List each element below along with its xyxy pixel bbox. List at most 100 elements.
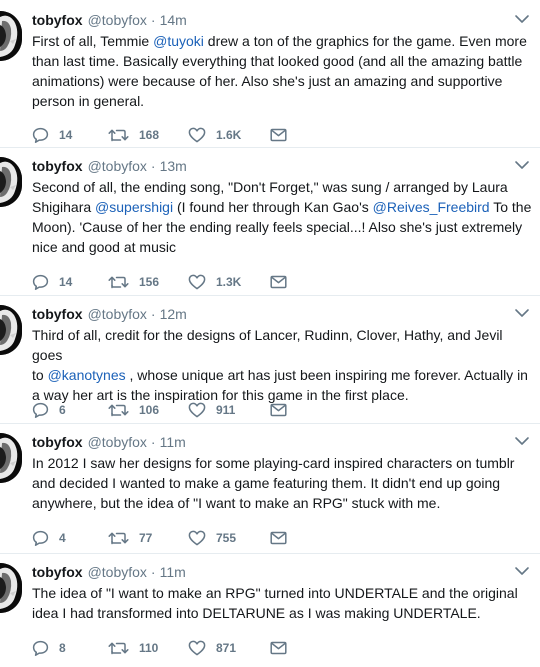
heart-icon [188,402,206,418]
heart-icon [188,530,206,546]
tweet-text: Second of all, the ending song, "Don't F… [32,177,532,257]
display-name[interactable]: tobyfox [32,157,83,175]
display-name[interactable]: tobyfox [32,433,83,451]
mention-link[interactable]: @supershigi [95,199,173,215]
reply-icon [32,530,49,546]
separator-dot: · [150,306,156,322]
envelope-icon [270,275,287,289]
retweet-button[interactable]: 106 [108,403,188,417]
like-button[interactable]: 871 [188,640,270,656]
tweet[interactable]: tobyfox @tobyfox · 11m In 2012 I saw her… [0,433,540,550]
retweet-button[interactable]: 110 [108,641,188,655]
reply-button[interactable]: 4 [32,530,108,546]
envelope-icon [270,403,287,417]
reply-button[interactable]: 6 [32,402,108,418]
chevron-down-icon[interactable] [514,435,530,447]
dm-button[interactable] [270,128,287,142]
avatar-image [0,305,22,355]
reply-icon [32,402,49,418]
user-handle[interactable]: @tobyfox [88,305,147,323]
reply-icon [32,127,49,143]
tweet-text-line: Second of all, the ending song, "Don't F… [32,177,532,197]
display-name[interactable]: tobyfox [32,11,83,29]
timestamp[interactable]: 14m [160,11,187,29]
tweet-text-segment: (I found her through Kan Gao's [173,199,373,215]
reply-button[interactable]: 14 [32,274,108,290]
tweet-text-segment: animations) were because of her. Also sh… [32,73,503,89]
tweet-divider [0,423,540,424]
dm-button[interactable] [270,403,287,417]
tweet-text-line: First of all, Temmie @tuyoki drew a ton … [32,31,532,51]
tweet-header: tobyfox @tobyfox · 14m [32,11,187,29]
heart-icon [188,127,206,143]
tweet-text-line: animations) were because of her. Also sh… [32,71,532,91]
tweet-header: tobyfox @tobyfox · 11m [32,433,186,451]
dm-button[interactable] [270,531,287,545]
mention-link[interactable]: @kanotynes [48,367,126,383]
reply-button[interactable]: 14 [32,127,108,143]
like-button[interactable]: 911 [188,402,270,418]
mention-link[interactable]: @Reives_Freebird [373,199,490,215]
display-name[interactable]: tobyfox [32,563,83,581]
tweet-text-line: than last time. Basically everything tha… [32,51,532,71]
tweet-header: tobyfox @tobyfox · 12m [32,305,187,323]
avatar-image [0,563,22,613]
like-count: 755 [216,531,237,545]
separator-dot: · [150,564,156,580]
avatar[interactable] [0,305,22,355]
tweet-text-segment: , whose unique art has just been inspiri… [125,367,528,383]
retweet-count: 168 [139,128,160,142]
dm-button[interactable] [270,275,287,289]
avatar[interactable] [0,157,22,207]
user-handle[interactable]: @tobyfox [88,11,147,29]
like-button[interactable]: 1.6K [188,127,270,143]
chevron-down-icon[interactable] [514,307,530,319]
tweet-header: tobyfox @tobyfox · 13m [32,157,187,175]
like-count: 1.3K [216,275,242,289]
tweet-text-segment: The idea of "I want to make an RPG" turn… [32,585,518,601]
timestamp[interactable]: 11m [160,433,186,451]
like-button[interactable]: 755 [188,530,270,546]
tweet-text: In 2012 I saw her designs for some playi… [32,453,532,513]
tweet-text-segment: Second of all, the ending song, "Don't F… [32,179,508,195]
display-name[interactable]: tobyfox [32,305,83,323]
retweet-button[interactable]: 168 [108,128,188,142]
chevron-down-icon[interactable] [514,13,530,25]
user-handle[interactable]: @tobyfox [88,433,147,451]
tweet-text-segment: Moon). 'Cause of her the ending really f… [32,219,523,235]
tweet-text-line: person in general. [32,91,532,111]
dm-button[interactable] [270,641,287,655]
retweet-button[interactable]: 156 [108,275,188,289]
retweet-count: 110 [139,641,159,655]
reply-count: 8 [59,641,66,655]
tweet[interactable]: tobyfox @tobyfox · 12m Third of all, cre… [0,305,540,422]
timestamp[interactable]: 11m [160,563,186,581]
tweet[interactable]: tobyfox @tobyfox · 13m Second of all, th… [0,157,540,294]
tweet-text: The idea of "I want to make an RPG" turn… [32,583,532,623]
retweet-button[interactable]: 77 [108,531,188,545]
like-button[interactable]: 1.3K [188,274,270,290]
avatar[interactable] [0,563,22,613]
timestamp[interactable]: 12m [160,305,187,323]
tweet-text-line: and decided I wanted to make a game feat… [32,473,532,493]
mention-link[interactable]: @tuyoki [153,33,204,49]
tweet[interactable]: tobyfox @tobyfox · 11m The idea of "I wa… [0,563,540,660]
chevron-down-icon[interactable] [514,565,530,577]
user-handle[interactable]: @tobyfox [88,157,147,175]
chevron-down-icon[interactable] [514,159,530,171]
retweet-count: 156 [139,275,160,289]
timestamp[interactable]: 13m [160,157,187,175]
tweet-text-line: nice and good at music [32,237,532,257]
tweet[interactable]: tobyfox @tobyfox · 14m First of all, Tem… [0,11,540,147]
tweet-text-segment: to [32,367,48,383]
reply-icon [32,274,49,290]
reply-button[interactable]: 8 [32,640,108,656]
avatar[interactable] [0,11,22,61]
tweet-actions: 14 156 1.3K [32,272,287,292]
tweet-text-segment: anywhere, but the idea of "I want to mak… [32,495,441,511]
tweet-actions: 8 110 871 [32,638,287,658]
user-handle[interactable]: @tobyfox [88,563,147,581]
like-count: 871 [216,641,237,655]
avatar[interactable] [0,433,22,483]
tweet-text-segment: person in general. [32,93,145,109]
